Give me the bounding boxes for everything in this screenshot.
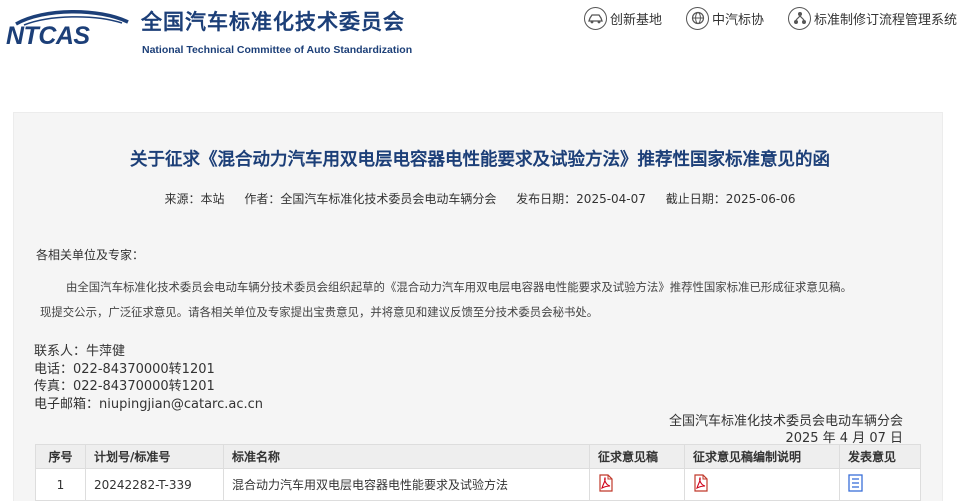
greeting: 各相关单位及专家：: [36, 248, 145, 262]
nav-label: 中汽标协: [712, 12, 765, 28]
contact-email: 电子邮箱：niupingjian@catarc.ac.cn: [34, 397, 264, 412]
meta-source: 来源：本站: [164, 192, 225, 206]
svg-text:NTCAS: NTCAS: [6, 22, 90, 50]
site-title-cn: 全国汽车标准化技术委员会: [141, 10, 405, 34]
cell-draft: [589, 468, 685, 501]
comment-form-icon[interactable]: [848, 474, 863, 495]
site-title-en: National Technical Committee of Auto Sta…: [142, 44, 413, 56]
nav-label: 标准制修订流程管理系统: [814, 12, 958, 28]
cell-plan-no: 20242282-T-339: [85, 468, 224, 501]
header-draft-notes: 征求意见稿编制说明: [684, 444, 840, 469]
header-seq: 序号: [35, 444, 86, 469]
site-header: NTCAS 全国汽车标准化技术委员会 National Technical Co…: [0, 0, 960, 72]
body-line-1: 由全国汽车标准化技术委员会电动车辆分技术委员会组织起草的《混合动力汽车用双电层电…: [66, 280, 852, 294]
header-standard-name: 标准名称: [223, 444, 590, 469]
network-icon: [788, 6, 811, 30]
body-line-2: 现提交公示，广泛征求意见。请各相关单位及专家提出宝贵意见，并将意见和建议反馈至分…: [40, 305, 599, 319]
nav-revision-system[interactable]: 标准制修订流程管理系统: [788, 6, 957, 30]
meta-author: 作者：全国汽车标准化技术委员会电动车辆分会: [244, 192, 497, 206]
ntcas-logo[interactable]: NTCAS: [4, 6, 132, 50]
cell-standard-name: 混合动力汽车用双电层电容器电性能要求及试验方法: [223, 468, 590, 501]
header-plan-no: 计划号/标准号: [85, 444, 224, 469]
meta-publish-date: 发布日期：2025-04-07: [516, 192, 646, 206]
nav-caam-standards[interactable]: 中汽标协: [686, 6, 764, 30]
cell-seq: 1: [35, 468, 86, 501]
table-header-row: 序号 计划号/标准号 标准名称 征求意见稿 征求意见稿编制说明 发表意见: [35, 444, 921, 469]
pdf-icon[interactable]: [598, 474, 614, 495]
article-meta: 来源：本站 作者：全国汽车标准化技术委员会电动车辆分会 发布日期：2025-04…: [0, 190, 960, 207]
article-title: 关于征求《混合动力汽车用双电层电容器电性能要求及试验方法》推荐性国家标准意见的函: [130, 150, 830, 170]
meta-deadline: 截止日期：2025-06-06: [665, 192, 796, 206]
contact-person: 联系人：牛萍健: [34, 344, 126, 359]
standards-table: 序号 计划号/标准号 标准名称 征求意见稿 征求意见稿编制说明 发表意见 1 2…: [35, 444, 921, 501]
header-draft: 征求意见稿: [589, 444, 685, 469]
header-comment: 发表意见: [839, 444, 921, 469]
pdf-icon[interactable]: [693, 474, 709, 495]
table-row: 1 20242282-T-339 混合动力汽车用双电层电容器电性能要求及试验方法: [35, 468, 921, 501]
globe-icon: [686, 6, 709, 30]
cell-comment: [839, 468, 921, 501]
car-icon: [584, 6, 607, 30]
contact-fax: 传真：022-84370000转1201: [34, 379, 215, 394]
nav-label: 创新基地: [610, 12, 663, 28]
nav-innovation-base[interactable]: 创新基地: [584, 6, 662, 30]
cell-draft-notes: [684, 468, 840, 501]
